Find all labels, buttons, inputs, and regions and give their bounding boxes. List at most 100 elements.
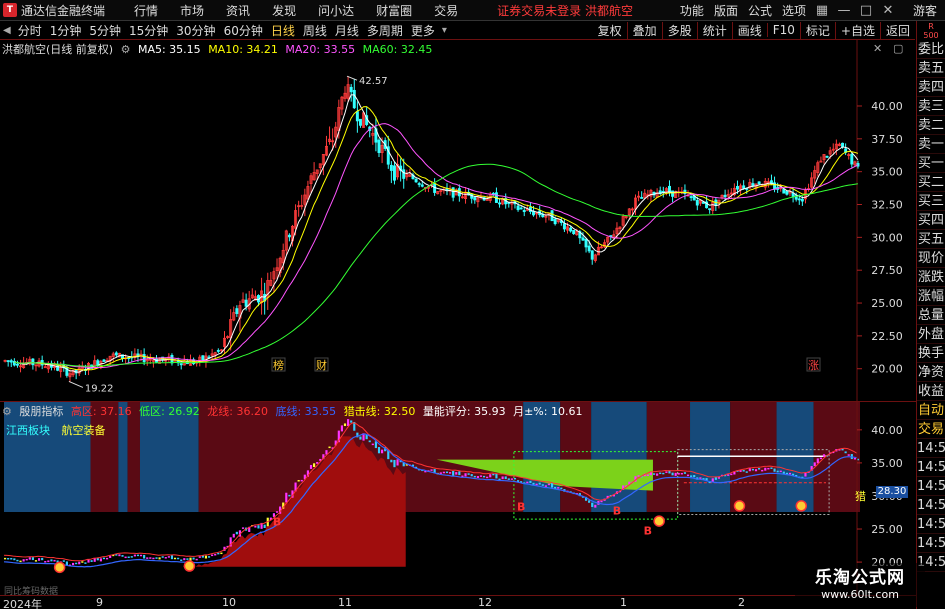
period-intraday[interactable]: 分时: [14, 22, 46, 39]
close-icon[interactable]: ✕: [877, 3, 899, 18]
period-weekly[interactable]: 周线: [299, 22, 331, 39]
indicator-canvas[interactable]: BBBB40.0035.0030.0025.0020.00: [0, 402, 916, 596]
more-dropdown-icon[interactable]: ▾: [439, 25, 450, 36]
sidebar-item-10[interactable]: 买五: [917, 230, 945, 249]
sidebar-item-21[interactable]: 14:56: [917, 439, 945, 458]
candle-body: [349, 86, 353, 93]
sidebar-item-3[interactable]: 卖三: [917, 97, 945, 116]
menu-ask[interactable]: 问小达: [318, 2, 354, 19]
overlay-button[interactable]: 叠加: [626, 21, 662, 39]
settings-gear-icon[interactable]: ⚙: [121, 43, 131, 56]
sidebar-item-0[interactable]: 委比: [917, 40, 945, 59]
candle-body: [785, 190, 789, 195]
indicator-bar: [377, 447, 381, 454]
period-30min[interactable]: 30分钟: [172, 22, 219, 39]
sidebar-item-9[interactable]: 买四: [917, 211, 945, 230]
period-60min[interactable]: 60分钟: [220, 22, 267, 39]
maximize-icon[interactable]: □: [855, 3, 877, 18]
sidebar-item-14[interactable]: 总量: [917, 306, 945, 325]
sidebar-item-1[interactable]: 卖五: [917, 59, 945, 78]
indicator-bar: [649, 472, 653, 476]
menu-quotes[interactable]: 行情: [134, 2, 158, 19]
sidebar-item-12[interactable]: 涨跌: [917, 268, 945, 287]
sidebar-badge: R 500: [917, 22, 945, 40]
menu-market[interactable]: 市场: [180, 2, 204, 19]
sidebar-item-22[interactable]: 14:56: [917, 458, 945, 477]
sidebar-item-19[interactable]: 自动: [917, 401, 945, 420]
draw-line-button[interactable]: 画线: [731, 21, 767, 39]
guest-label[interactable]: 游客: [913, 2, 937, 19]
hunt-tag: 猎: [855, 490, 866, 503]
period-more[interactable]: 更多: [407, 22, 439, 39]
indicator-name[interactable]: 殷朋指标: [19, 405, 63, 418]
period-daily[interactable]: 日线: [267, 22, 299, 39]
menu-function[interactable]: 功能: [680, 2, 704, 19]
toolbar-left-arrow-icon[interactable]: ◀: [0, 25, 14, 36]
indicator-bar: [161, 556, 164, 558]
sidebar-item-11[interactable]: 现价: [917, 249, 945, 268]
candle-body: [742, 185, 746, 189]
period-1min[interactable]: 1分钟: [46, 22, 86, 39]
sidebar-item-16[interactable]: 换手: [917, 344, 945, 363]
price-chart-canvas[interactable]: 40.00 37.50 35.00 32.50 30.00 27.50 25.00 22.50…: [0, 40, 916, 401]
sidebar-item-5[interactable]: 卖一: [917, 135, 945, 154]
sector-tag-region[interactable]: 江西板块: [6, 424, 50, 437]
f10-button[interactable]: F10: [766, 23, 800, 37]
indicator-gear-icon[interactable]: ⚙: [2, 405, 12, 418]
menu-trade[interactable]: 交易: [434, 2, 458, 19]
menu-news[interactable]: 资讯: [226, 2, 250, 19]
indicator-bar: [285, 492, 288, 503]
pane-close-icon[interactable]: ✕: [873, 42, 882, 55]
candle-body: [235, 308, 239, 314]
sidebar-item-7[interactable]: 买二: [917, 173, 945, 192]
indicator-bar: [297, 480, 300, 482]
y-tick-label: 40.00: [871, 100, 903, 113]
sidebar-item-17[interactable]: 净资: [917, 363, 945, 382]
sidebar-item-8[interactable]: 买三: [917, 192, 945, 211]
sidebar-item-24[interactable]: 14:56: [917, 496, 945, 515]
minimize-icon[interactable]: —: [833, 3, 855, 18]
candle-body: [498, 202, 502, 205]
sidebar-item-15[interactable]: 外盘: [917, 325, 945, 344]
sector-tag-industry[interactable]: 航空装备: [62, 424, 106, 437]
add-watchlist-button[interactable]: +自选: [834, 21, 880, 39]
menu-wealth[interactable]: 财富圈: [376, 2, 412, 19]
menu-layout[interactable]: 版面: [714, 2, 738, 19]
pane-expand-icon[interactable]: ▢: [893, 42, 903, 55]
sidebar-item-23[interactable]: 14:56: [917, 477, 945, 496]
period-15min[interactable]: 15分钟: [125, 22, 172, 39]
menu-discover[interactable]: 发现: [272, 2, 296, 19]
indicator-bar: [180, 559, 183, 562]
sidebar-item-4[interactable]: 卖二: [917, 116, 945, 135]
period-monthly[interactable]: 月线: [331, 22, 363, 39]
sidebar-item-2[interactable]: 卖四: [917, 78, 945, 97]
price-chart-pane[interactable]: 40.00 37.50 35.00 32.50 30.00 27.50 25.00 22.50…: [0, 40, 916, 401]
candle-body: [414, 178, 418, 183]
adjust-button[interactable]: 复权: [593, 22, 627, 39]
buy-signal-mark: B: [644, 524, 652, 537]
sidebar-item-26[interactable]: 14:56: [917, 534, 945, 553]
indicator-pane[interactable]: BBBB40.0035.0030.0025.0020.00 ⚙ 殷朋指标 高区:…: [0, 401, 916, 597]
statistics-button[interactable]: 统计: [696, 21, 732, 39]
sidebar-item-18[interactable]: 收益: [917, 382, 945, 401]
sidebar-item-25[interactable]: 14:56: [917, 515, 945, 534]
indicator-bar: [164, 557, 167, 559]
grid-icon[interactable]: ▦: [811, 3, 833, 18]
candle-body: [825, 155, 829, 158]
candle-body: [689, 196, 693, 199]
period-multi[interactable]: 多周期: [363, 22, 407, 39]
period-5min[interactable]: 5分钟: [85, 22, 125, 39]
candle-body: [420, 184, 424, 187]
back-button[interactable]: 返回: [879, 21, 915, 39]
candle-body: [114, 352, 118, 356]
sidebar-item-6[interactable]: 买一: [917, 154, 945, 173]
mark-button[interactable]: 标记: [799, 21, 835, 39]
menu-options[interactable]: 选项: [782, 2, 806, 19]
indicator-bar: [263, 524, 266, 529]
badge-line-1: R: [928, 22, 934, 31]
sidebar-item-13[interactable]: 涨幅: [917, 287, 945, 306]
menu-formula[interactable]: 公式: [748, 2, 772, 19]
multi-stock-button[interactable]: 多股: [661, 21, 697, 39]
sidebar-item-20[interactable]: 交易: [917, 420, 945, 439]
stock-title[interactable]: 洪都航空(日线 前复权): [2, 43, 113, 56]
